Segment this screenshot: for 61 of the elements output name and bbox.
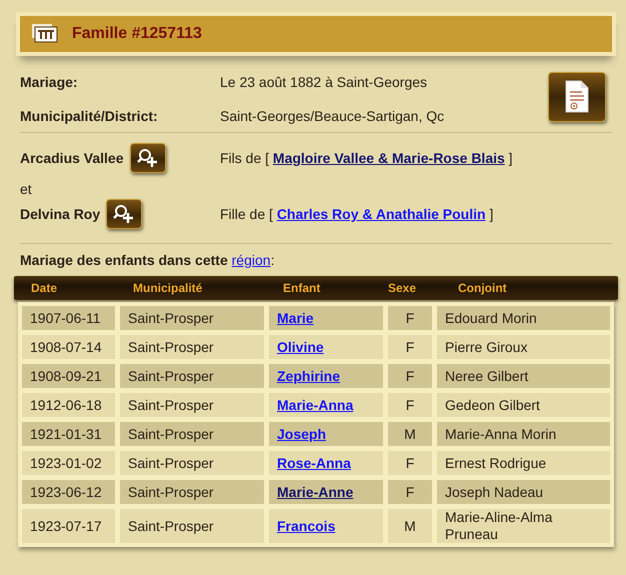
municipality-cell: Saint-Prosper <box>120 480 264 504</box>
column-header: Date <box>30 281 58 295</box>
section-heading: Mariage des enfants dans cette <box>20 252 229 268</box>
parents-link[interactable]: Charles Roy & Anathalie Poulin <box>276 206 486 222</box>
zoom-button[interactable] <box>130 143 166 173</box>
spouse-cell: Joseph Nadeau <box>437 480 610 504</box>
sex-cell: F <box>388 451 432 475</box>
spouse-cell: Neree Gilbert <box>437 364 610 388</box>
colon-text: : <box>270 252 274 268</box>
field-value: Saint-Georges/Beauce-Sartigan, Qc <box>220 108 446 124</box>
date-cell: 1908-09-21 <box>22 364 115 388</box>
zoom-in-icon <box>136 148 159 168</box>
sex-cell: M <box>388 509 432 543</box>
municipality-cell: Saint-Prosper <box>120 335 264 359</box>
date-cell: 1923-07-17 <box>22 509 115 543</box>
bracket-text: ] <box>508 150 513 166</box>
date-cell: 1908-07-14 <box>22 335 115 359</box>
municipality-cell: Saint-Prosper <box>120 422 264 446</box>
sex-cell: F <box>388 393 432 417</box>
field-label: Municipalité/District: <box>20 108 159 124</box>
family-title: Famille #1257113 <box>72 25 202 43</box>
field-value: Le 23 août 1882 à Saint-Georges <box>220 74 428 90</box>
spouse-cell: Pierre Giroux <box>437 335 610 359</box>
column-header: Conjoint <box>457 281 508 295</box>
spouse-cell: Marie-Anna Morin <box>437 422 610 446</box>
field-label: Mariage: <box>20 74 79 90</box>
date-cell: 1921-01-31 <box>22 422 115 446</box>
family-icon <box>32 24 58 44</box>
zoom-in-icon <box>113 204 136 224</box>
parents-link[interactable]: Magloire Vallee & Marie-Rose Blais <box>272 150 505 166</box>
spouse-name: Arcadius Vallee <box>20 150 124 166</box>
spouse-cell: Gedeon Gilbert <box>437 393 610 417</box>
zoom-button[interactable] <box>106 199 142 229</box>
municipality-cell: Saint-Prosper <box>120 306 264 330</box>
sex-cell: F <box>388 306 432 330</box>
municipality-cell: Saint-Prosper <box>120 509 264 543</box>
bracket-text: ] <box>488 206 494 222</box>
spouse-cell: Marie-Aline-Alma Pruneau <box>437 509 610 543</box>
sex-cell: F <box>388 364 432 388</box>
date-cell: 1923-01-02 <box>22 451 115 475</box>
relation-text: Fille de [ <box>220 206 274 222</box>
municipality-cell: Saint-Prosper <box>120 451 264 475</box>
document-icon <box>564 80 590 114</box>
sex-cell: F <box>388 480 432 504</box>
sex-cell: F <box>388 335 432 359</box>
municipality-cell: Saint-Prosper <box>120 364 264 388</box>
date-cell: 1923-06-12 <box>22 480 115 504</box>
column-header: Enfant <box>282 281 322 295</box>
spouse-cell: Edouard Morin <box>437 306 610 330</box>
municipality-cell: Saint-Prosper <box>120 393 264 417</box>
column-header: Sexe <box>387 281 418 295</box>
relation-text: Fils de [ <box>220 150 270 166</box>
document-button[interactable] <box>548 72 606 122</box>
region-link[interactable]: région <box>232 252 271 268</box>
spouse-cell: Ernest Rodrigue <box>437 451 610 475</box>
conjunction-text: et <box>20 181 33 197</box>
column-header: Municipalité <box>132 281 204 295</box>
date-cell: 1912-06-18 <box>22 393 115 417</box>
spouse-name: Delvina Roy <box>20 206 100 222</box>
date-cell: 1907-06-11 <box>22 306 115 330</box>
sex-cell: M <box>388 422 432 446</box>
